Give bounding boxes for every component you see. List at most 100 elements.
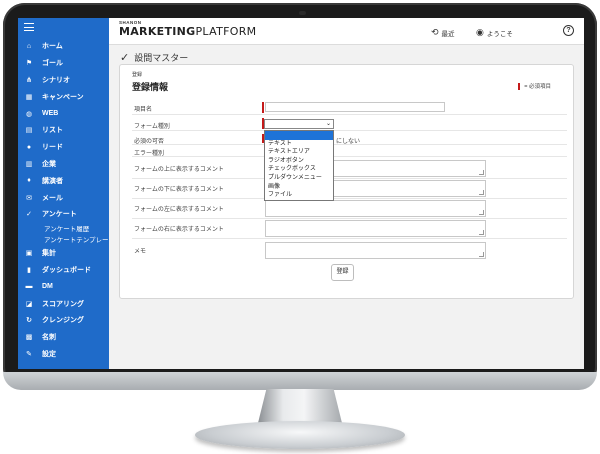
camera-dot (299, 11, 306, 15)
monitor-chin (3, 372, 597, 390)
sidebar-item-label: クレンジング (42, 317, 84, 325)
sidebar-item-label: 企業 (42, 160, 56, 168)
sidebar-item-label: スコアリング (42, 300, 84, 308)
hamburger-menu-icon[interactable] (24, 23, 34, 31)
row-required: 必須の可否 にしない (132, 133, 567, 145)
sidebar-item-scoring[interactable]: ◪ スコアリング (18, 295, 109, 312)
top-header: SHANON MARKETINGPLATFORM ⟲ 最近 ◉ ようこそ ? (109, 18, 584, 45)
comment-left-textarea[interactable] (265, 200, 486, 217)
page-title: ✓ 設問マスター (120, 51, 188, 64)
scoring-icon: ◪ (25, 300, 33, 308)
dropdown-option-checkbox[interactable]: チェックボックス (265, 165, 333, 174)
sidebar-subitem-survey-history[interactable]: アンケート履歴 (18, 223, 109, 234)
row-comment-above: フォームの上に表示するコメント (132, 159, 567, 179)
card-icon: ▩ (25, 334, 33, 342)
form-type-dropdown: テキスト テキストエリア ラジオボタン チェックボックス プルダウンメニュー 画… (264, 130, 334, 201)
sidebar-nav: ⌂ ホーム ⚑ ゴール ⋔ シナリオ ▦ キャンペーン ◍ WEB ▤ リスト ● リード ▥… (18, 38, 110, 363)
required-label: 必須の可否 (134, 139, 165, 145)
sidebar-item-label: キャンペーン (42, 93, 84, 101)
dropdown-option-file[interactable]: ファイル (265, 191, 333, 200)
sidebar-item-business-card[interactable]: ▩ 名刺 (18, 329, 109, 346)
dropdown-option-blank[interactable] (265, 131, 333, 140)
dm-icon: ▬ (25, 283, 33, 291)
form-type-select[interactable]: ⌄ (264, 119, 334, 129)
chevron-down-icon: ⌄ (325, 121, 331, 127)
dropdown-option-pulldown[interactable]: プルダウンメニュー (265, 174, 333, 183)
comment-right-label: フォームの右に表示するコメント (134, 227, 224, 233)
help-icon[interactable]: ? (563, 25, 574, 36)
register-button[interactable]: 登録 (331, 264, 354, 281)
mail-icon: ✉ (26, 194, 32, 202)
form-type-label: フォーム種別 (134, 124, 170, 130)
memo-textarea[interactable] (265, 242, 486, 259)
item-name-input[interactable] (265, 102, 445, 112)
wrench-icon: ✎ (26, 350, 32, 358)
recent-label: 最近 (441, 30, 455, 38)
home-icon: ⌂ (26, 42, 32, 50)
row-item-name: 項目名 (132, 101, 567, 115)
recent-button[interactable]: ⟲ 最近 (431, 27, 455, 38)
page-title-text: 設問マスター (134, 53, 189, 63)
sidebar-item-home[interactable]: ⌂ ホーム (18, 38, 109, 55)
card-title: 登録情報 (132, 82, 169, 92)
book-icon: ▤ (25, 127, 33, 135)
company-icon: ▥ (25, 160, 33, 168)
required-legend: = 必須項目 (518, 82, 551, 90)
sidebar-item-label: 講演者 (42, 177, 63, 185)
calendar-icon: ▦ (25, 93, 33, 101)
dropdown-option-textarea[interactable]: テキストエリア (265, 148, 333, 157)
brand-logo-sub: PLATFORM (195, 25, 257, 38)
globe-icon: ◍ (25, 110, 33, 118)
sidebar-item-settings[interactable]: ✎ 設定 (18, 346, 109, 363)
sidebar-item-lead[interactable]: ● リード (18, 139, 109, 156)
scenario-icon: ⋔ (26, 76, 32, 84)
flag-icon: ⚑ (25, 60, 33, 68)
monitor-stand-neck (258, 389, 342, 423)
row-memo: メモ (132, 241, 567, 261)
row-comment-below: フォームの下に表示するコメント (132, 179, 567, 199)
user-icon: ● (26, 143, 32, 151)
sidebar-item-label: ダッシュボード (42, 266, 91, 274)
check-icon: ✓ (26, 211, 32, 219)
sidebar-item-cleansing[interactable]: ↻ クレンジング (18, 312, 109, 329)
monitor-stand-base (195, 421, 405, 449)
sidebar: ⌂ ホーム ⚑ ゴール ⋔ シナリオ ▦ キャンペーン ◍ WEB ▤ リスト ● リード ▥… (18, 18, 109, 369)
sidebar-item-label: アンケート (42, 211, 77, 219)
sidebar-item-label: メール (42, 194, 63, 202)
sidebar-item-campaign[interactable]: ▦ キャンペーン (18, 88, 109, 105)
sidebar-item-company[interactable]: ▥ 企業 (18, 156, 109, 173)
sidebar-item-label: 設定 (42, 350, 56, 358)
sidebar-item-dashboard[interactable]: ▮ ダッシュボード (18, 262, 109, 279)
sidebar-item-scenario[interactable]: ⋔ シナリオ (18, 72, 109, 89)
sidebar-item-label: リード (42, 144, 63, 152)
sidebar-item-speaker[interactable]: ♦ 講演者 (18, 172, 109, 189)
dropdown-option-image[interactable]: 画像 (265, 183, 333, 192)
required-option-text: にしない (336, 139, 361, 145)
sidebar-item-dm[interactable]: ▬ DM (18, 278, 109, 295)
sidebar-item-mail[interactable]: ✉ メール (18, 189, 109, 206)
sidebar-item-label: WEB (42, 110, 59, 118)
comment-left-label: フォームの左に表示するコメント (134, 207, 224, 213)
history-icon: ⟲ (431, 27, 439, 37)
legend-text: = 必須項目 (524, 84, 551, 90)
sidebar-item-goal[interactable]: ⚑ ゴール (18, 55, 109, 72)
comment-right-textarea[interactable] (265, 220, 486, 237)
sidebar-item-list[interactable]: ▤ リスト (18, 122, 109, 139)
bar-chart-icon: ▮ (27, 266, 31, 274)
comment-below-label: フォームの下に表示するコメント (134, 187, 224, 193)
brand-logo-main: MARKETING (119, 25, 196, 38)
brand-logo[interactable]: MARKETINGPLATFORM (119, 25, 256, 38)
sidebar-item-survey[interactable]: ✓ アンケート (18, 206, 109, 223)
sidebar-item-tally[interactable]: ▣ 集計 (18, 245, 109, 262)
sidebar-subitem-survey-template[interactable]: アンケートテンプレート (18, 234, 109, 245)
sidebar-item-label: ゴール (42, 60, 63, 68)
sidebar-item-web[interactable]: ◍ WEB (18, 105, 109, 122)
dropdown-option-radio[interactable]: ラジオボタン (265, 157, 333, 166)
sidebar-item-label: シナリオ (42, 76, 70, 84)
dropdown-option-text[interactable]: テキスト (265, 140, 333, 149)
item-name-label: 項目名 (134, 107, 153, 113)
welcome-button[interactable]: ◉ ようこそ (476, 27, 513, 38)
required-mark-icon (518, 82, 521, 90)
user-circle-icon: ◉ (476, 27, 484, 37)
card-breadcrumb: 登録 (132, 72, 143, 78)
